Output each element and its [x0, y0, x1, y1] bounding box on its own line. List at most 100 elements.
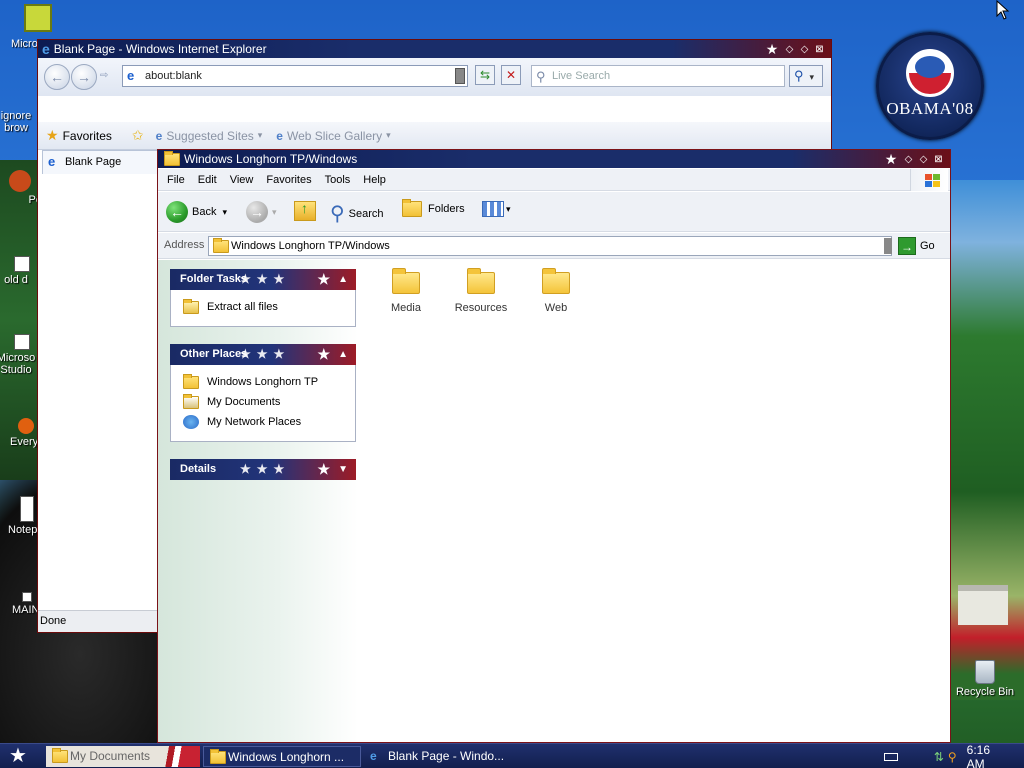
desktop-icon-old[interactable]: old d [0, 256, 40, 286]
other-place-my-documents[interactable]: My Documents [171, 392, 355, 412]
stars-decoration-icon: ★★★ [240, 347, 291, 361]
other-place-my-network-places[interactable]: My Network Places [171, 412, 355, 432]
back-button[interactable]: ← Back ▾ [166, 201, 227, 223]
up-folder-button[interactable]: ↑ [294, 200, 316, 221]
expand-chevron-icon[interactable]: ▼ [338, 459, 348, 480]
close-button[interactable]: ⊠ [814, 44, 825, 55]
go-button[interactable]: → Go [898, 237, 935, 255]
minimize-button[interactable]: ◇ [784, 44, 795, 55]
back-button[interactable]: ← [44, 64, 70, 90]
start-button[interactable]: ★ [4, 745, 32, 767]
details-header[interactable]: Details ★★★ ★ ▼ [170, 459, 356, 480]
taskbar: ★ My Documents Windows Longhorn ... e Bl… [0, 743, 1024, 768]
collapse-chevron-icon[interactable]: ▲ [338, 344, 348, 365]
folder-tasks-header[interactable]: Folder Tasks ★★★ ★ ▲ [170, 269, 356, 290]
desktop-icon-studio[interactable]: Microso Studio [0, 334, 40, 376]
address-label: Address [164, 239, 205, 251]
desktop-icon-main[interactable]: MAIN [0, 592, 40, 616]
extract-all-files-label: Extract all files [207, 301, 278, 313]
folder-icon [52, 748, 68, 763]
page-icon: e [127, 68, 135, 83]
desktop-icon-pe[interactable]: Pe [0, 170, 42, 206]
clock[interactable]: 6:16 AM [967, 743, 1010, 768]
desktop-icon-notepad[interactable]: Notep [0, 496, 40, 536]
address-dropdown-button[interactable] [455, 68, 465, 84]
forward-button[interactable]: → ▾ [246, 201, 277, 223]
other-place-windows-longhorn[interactable]: Windows Longhorn TP [171, 372, 355, 392]
menu-edit[interactable]: Edit [198, 174, 217, 186]
folders-button[interactable]: Folders [402, 199, 465, 217]
desktop-icon-recycle-bin[interactable]: Recycle Bin [946, 660, 1024, 698]
forward-arrow-icon: → [246, 201, 268, 223]
star-menu-icon[interactable]: ★ [764, 42, 780, 56]
explorer-address-input[interactable]: Windows Longhorn TP/Windows [208, 236, 892, 256]
explorer-window-title: Windows Longhorn TP/Windows [184, 152, 358, 166]
ie-page-icon: e [276, 128, 283, 143]
folder-tasks-title: Folder Tasks [180, 273, 248, 285]
minimize-button[interactable]: ◇ [903, 154, 914, 165]
go-label: Go [920, 240, 935, 252]
close-button[interactable]: ⊠ [933, 154, 944, 165]
maximize-button[interactable]: ◇ [918, 154, 929, 165]
taskbar-item-explorer[interactable]: Windows Longhorn ... [203, 746, 361, 767]
explorer-window[interactable]: Windows Longhorn TP/Windows ★ ◇ ◇ ⊠ File… [157, 149, 951, 743]
folder-item-label: Media [391, 302, 421, 314]
folder-icon [467, 268, 495, 294]
search-go-button[interactable]: ⚲ ▾ [789, 65, 823, 87]
star-menu-icon[interactable]: ★ [883, 152, 899, 166]
web-slice-gallery-link[interactable]: e Web Slice Gallery ▾ [276, 129, 390, 143]
search-tray-icon[interactable]: ⚲ [948, 750, 957, 764]
desktop-wallpaper-house [958, 585, 1008, 625]
menu-tools[interactable]: Tools [325, 174, 351, 186]
refresh-icon: ⇆ [479, 68, 491, 82]
ie-tab-blank-page[interactable]: e Blank Page [42, 150, 160, 174]
chevron-down-icon: ▾ [257, 130, 263, 140]
forward-button[interactable]: → [71, 64, 97, 90]
add-favorites-button[interactable]: ✩ [132, 127, 148, 144]
keyboard-icon[interactable] [884, 752, 898, 761]
maximize-button[interactable]: ◇ [799, 44, 810, 55]
other-places-panel: Windows Longhorn TP My Documents My Netw… [170, 365, 356, 442]
network-icon[interactable]: ⇅ [934, 750, 944, 764]
my-documents-icon [183, 393, 199, 409]
stars-decoration-icon: ★★★ [240, 272, 291, 286]
suggested-sites-link[interactable]: e Suggested Sites ▾ [156, 129, 263, 143]
favorites-label: Favorites [62, 128, 112, 143]
star-icon: ★ [317, 461, 330, 477]
folder-item-media[interactable]: Media [371, 266, 441, 314]
folder-title-icon [164, 150, 180, 166]
other-places-header[interactable]: Other Places ★★★ ★ ▲ [170, 344, 356, 365]
explorer-menu-bar: File Edit View Favorites Tools Help [158, 169, 950, 191]
menu-view[interactable]: View [230, 174, 254, 186]
extract-all-files-link[interactable]: Extract all files [171, 297, 355, 317]
stop-button[interactable]: ✕ [501, 65, 521, 85]
ie-address-bar[interactable]: e about:blank [122, 65, 468, 87]
refresh-button[interactable]: ⇆ [475, 65, 495, 85]
folder-item-web[interactable]: Web [521, 266, 591, 314]
menu-file[interactable]: File [167, 174, 185, 186]
search-options-dropdown[interactable]: ▾ [810, 72, 815, 82]
desktop-icon-ignore[interactable]: ignore brow [0, 96, 40, 134]
recent-pages-dropdown[interactable]: ⇨ [100, 70, 108, 81]
menu-help[interactable]: Help [363, 174, 386, 186]
magnifier-icon: ⚲ [330, 203, 345, 225]
ie-titlebar[interactable]: e Blank Page - Windows Internet Explorer… [38, 40, 831, 58]
taskbar-item-my-documents[interactable]: My Documents [46, 746, 200, 767]
favorites-button[interactable]: ★ Favorites [46, 127, 112, 144]
collapse-chevron-icon[interactable]: ▲ [338, 269, 348, 290]
ie-search-input[interactable]: ⚲ Live Search [531, 65, 785, 87]
ie-navigation-bar: ← → ⇨ e about:blank ⇆ ✕ ⚲ Live Search ⚲ ▾ [38, 58, 831, 96]
chevron-down-icon: ▾ [272, 206, 277, 217]
taskbar-item-ie[interactable]: e Blank Page - Windo... [364, 746, 524, 767]
taskbar-item-label: My Documents [70, 749, 151, 763]
taskbar-item-label: Windows Longhorn ... [228, 750, 345, 764]
address-dropdown-button[interactable] [884, 238, 892, 254]
explorer-titlebar[interactable]: Windows Longhorn TP/Windows ★ ◇ ◇ ⊠ [158, 150, 950, 168]
search-button[interactable]: ⚲ Search [330, 201, 384, 226]
menu-favorites[interactable]: Favorites [266, 174, 311, 186]
chevron-down-icon: ▾ [222, 206, 227, 217]
desktop-icon-every[interactable]: Every [0, 418, 40, 448]
folder-item-resources[interactable]: Resources [446, 266, 516, 314]
outlook-icon [24, 4, 52, 32]
views-button[interactable]: ▾ [482, 201, 511, 217]
